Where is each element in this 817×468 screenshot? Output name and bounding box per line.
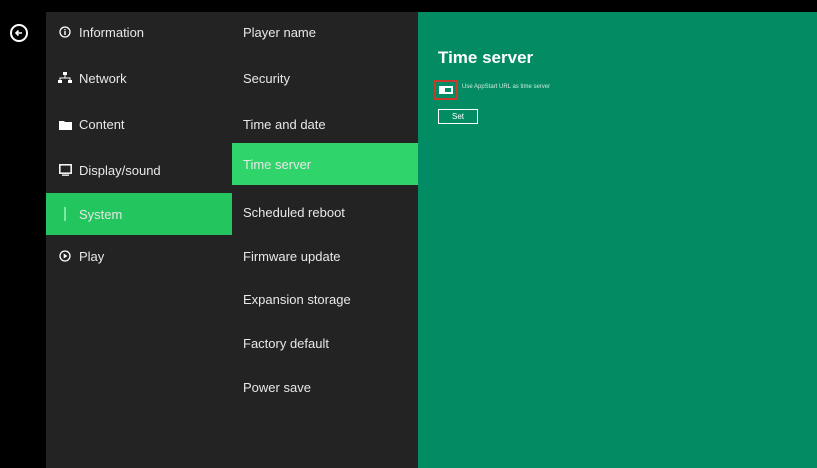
page-title: Time server	[438, 48, 534, 67]
menu-item-label: Display/sound	[79, 162, 161, 178]
menu-item-label: System	[79, 206, 123, 222]
submenu-item-label: Player name	[243, 24, 316, 40]
submenu-item-factory-default[interactable]: Factory default	[232, 323, 418, 363]
menu-item-content[interactable]: Content	[46, 104, 232, 144]
submenu-item-label: Scheduled reboot	[243, 204, 345, 220]
content-panel: Time server Use AppStart URL as time ser…	[418, 12, 817, 468]
arrow-left-circle-icon	[14, 29, 22, 37]
play-circle-icon	[57, 249, 73, 263]
menu-item-information[interactable]: Information	[46, 12, 232, 52]
submenu-item-label: Time server	[243, 156, 312, 172]
menu-item-play[interactable]: Play	[46, 236, 232, 276]
submenu-item-label: Time and date	[243, 116, 326, 132]
main-menu: Information Network Content Display/soun…	[46, 12, 232, 468]
folder-icon	[57, 117, 73, 131]
system-icon	[57, 207, 73, 221]
time-server-toggle-highlight	[434, 80, 458, 100]
submenu-item-time-server[interactable]: Time server	[232, 143, 418, 185]
set-button[interactable]: Set	[438, 109, 478, 124]
submenu-item-label: Expansion storage	[243, 291, 351, 307]
submenu-item-label: Factory default	[243, 335, 329, 351]
submenu-item-time-and-date[interactable]: Time and date	[232, 104, 418, 144]
time-server-toggle[interactable]	[439, 86, 453, 94]
submenu-item-security[interactable]: Security	[232, 58, 418, 98]
submenu-item-firmware-update[interactable]: Firmware update	[232, 236, 418, 276]
submenu-item-player-name[interactable]: Player name	[232, 12, 418, 52]
menu-item-label: Network	[79, 70, 127, 86]
network-icon	[57, 71, 73, 85]
submenu-item-power-save[interactable]: Power save	[232, 367, 418, 407]
top-strip	[46, 0, 817, 12]
menu-item-label: Content	[79, 116, 125, 132]
menu-item-label: Play	[79, 248, 105, 264]
menu-item-label: Information	[79, 24, 145, 40]
menu-item-system[interactable]: System	[46, 193, 232, 235]
submenu-item-label: Power save	[243, 379, 311, 395]
system-submenu: Player name Security Time and date Time …	[232, 12, 418, 468]
submenu-item-label: Firmware update	[243, 248, 341, 264]
back-button[interactable]	[10, 24, 28, 42]
info-circle-icon	[57, 25, 73, 39]
monitor-icon	[57, 163, 73, 177]
submenu-item-label: Security	[243, 70, 290, 86]
submenu-item-expansion-storage[interactable]: Expansion storage	[232, 279, 418, 319]
left-rail	[0, 0, 46, 468]
time-server-option-label: Use AppStart URL as time server	[462, 84, 551, 90]
menu-item-network[interactable]: Network	[46, 58, 232, 98]
menu-item-display-sound[interactable]: Display/sound	[46, 150, 232, 190]
submenu-item-scheduled-reboot[interactable]: Scheduled reboot	[232, 192, 418, 232]
